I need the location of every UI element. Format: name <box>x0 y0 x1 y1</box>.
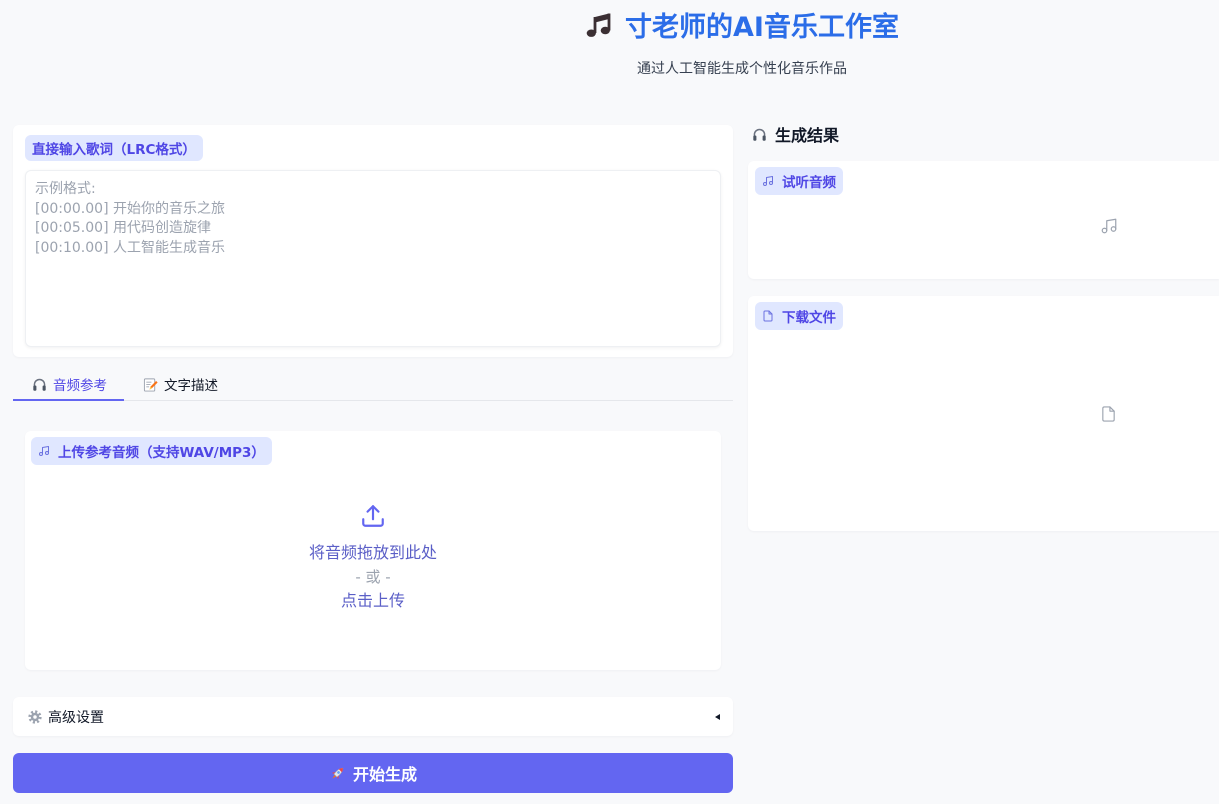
file-icon <box>762 310 774 322</box>
tab-text-description[interactable]: 文字描述 <box>124 368 235 400</box>
audio-preview-label-text: 试听音频 <box>782 175 836 191</box>
tab-audio-reference-label: 音频参考 <box>53 378 107 394</box>
download-file-panel: 下载文件 <box>748 296 1219 531</box>
results-heading: 生成结果 <box>752 124 840 145</box>
reference-tabs: 音频参考 文字描述 <box>13 368 733 401</box>
music-note-icon <box>1100 217 1118 235</box>
click-upload-text[interactable]: 点击上传 <box>25 589 721 613</box>
audio-preview-label: 试听音频 <box>755 167 843 195</box>
tab-text-description-label: 文字描述 <box>164 378 218 394</box>
audio-preview-panel: 试听音频 <box>748 161 1219 279</box>
music-note-icon <box>585 10 613 38</box>
advanced-settings-toggle[interactable]: 高级设置 <box>13 697 733 736</box>
headphones-icon <box>32 377 47 392</box>
generate-button-label: 开始生成 <box>352 765 417 784</box>
audio-upload-dropzone[interactable]: 将音频拖放到此处 - 或 - 点击上传 <box>25 471 721 670</box>
generate-button[interactable]: 开始生成 <box>13 753 733 793</box>
headphones-icon <box>752 127 767 142</box>
page-title-text: 寸老师的AI音乐工作室 <box>625 11 899 43</box>
advanced-settings-label: 高级设置 <box>48 709 104 726</box>
dropzone-content: 将音频拖放到此处 - 或 - 点击上传 <box>25 503 721 613</box>
or-separator-text: - 或 - <box>355 568 391 586</box>
upload-icon <box>360 503 386 529</box>
rocket-icon <box>329 765 346 782</box>
lyrics-input[interactable] <box>25 170 721 347</box>
lyrics-label: 直接输入歌词（LRC格式） <box>25 135 203 161</box>
collapse-arrow-icon <box>715 713 720 720</box>
music-note-icon <box>38 445 50 457</box>
app-root: 寸老师的AI音乐工作室 通过人工智能生成个性化音乐作品 直接输入歌词（LRC格式… <box>0 0 1219 804</box>
reference-audio-upload: 上传参考音频（支持WAV/MP3） 将音频拖放到此处 - 或 - 点击上传 <box>25 431 721 670</box>
music-note-icon <box>762 175 774 187</box>
page-header: 寸老师的AI音乐工作室 通过人工智能生成个性化音乐作品 <box>492 6 992 78</box>
page-title: 寸老师的AI音乐工作室 <box>492 6 992 43</box>
page-subtitle: 通过人工智能生成个性化音乐作品 <box>637 61 847 77</box>
drop-hint-text: 将音频拖放到此处 <box>308 543 437 562</box>
download-file-label-text: 下载文件 <box>782 310 836 326</box>
file-icon <box>1100 405 1117 423</box>
memo-icon <box>143 377 158 392</box>
results-title: 生成结果 <box>775 126 840 145</box>
lyrics-panel: 直接输入歌词（LRC格式） <box>13 125 733 357</box>
tab-audio-reference[interactable]: 音频参考 <box>13 368 124 401</box>
upload-label: 上传参考音频（支持WAV/MP3） <box>31 437 272 465</box>
gear-icon <box>28 709 42 724</box>
download-file-label: 下载文件 <box>755 302 843 330</box>
upload-label-text: 上传参考音频（支持WAV/MP3） <box>58 445 265 461</box>
